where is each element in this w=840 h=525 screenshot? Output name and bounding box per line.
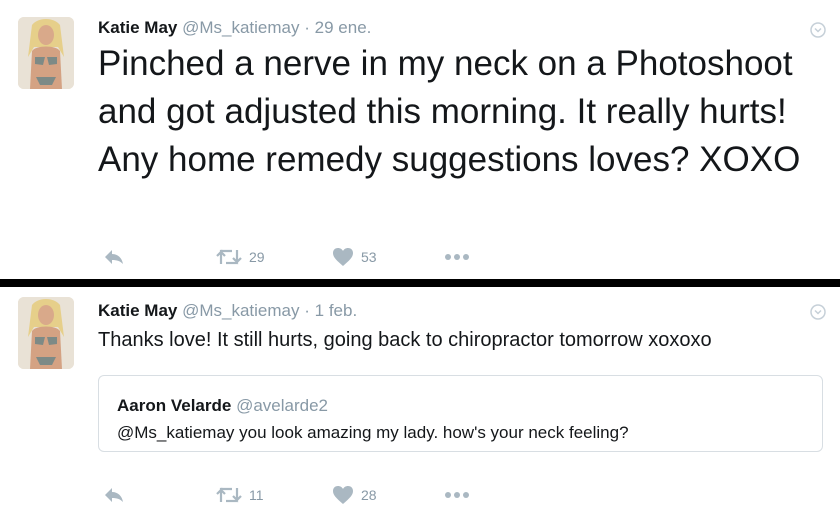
retweet-count: 29 <box>249 249 265 265</box>
heart-icon <box>332 247 354 267</box>
avatar-photo <box>18 297 74 369</box>
quoted-author-handle: @avelarde2 <box>236 396 328 415</box>
author-name[interactable]: Katie May <box>98 18 177 37</box>
tweet-date[interactable]: 29 ene. <box>315 18 372 37</box>
avatar[interactable] <box>18 17 74 89</box>
tweet[interactable]: Katie May @Ms_katiemay · 29 ene. Pinched… <box>0 0 840 280</box>
more-dots-icon <box>444 491 470 499</box>
heart-icon <box>332 485 354 505</box>
avatar-photo <box>18 17 74 89</box>
like-count: 28 <box>361 487 377 503</box>
tweet-header: Katie May @Ms_katiemay · 29 ene. <box>98 18 371 38</box>
separator: · <box>304 301 310 320</box>
author-handle[interactable]: @Ms_katiemay <box>182 301 299 320</box>
reply-icon <box>104 487 124 503</box>
quoted-author-name: Aaron Velarde <box>117 396 232 415</box>
author-handle[interactable]: @Ms_katiemay <box>182 18 299 37</box>
reply-button[interactable] <box>104 245 124 269</box>
more-dots-icon <box>444 253 470 261</box>
tweet[interactable]: Katie May @Ms_katiemay · 1 feb. Thanks l… <box>0 287 840 525</box>
quoted-tweet-header: Aaron Velarde @avelarde2 <box>117 396 328 416</box>
like-button[interactable]: 28 <box>332 483 377 507</box>
tweet-text: Pinched a nerve in my neck on a Photosho… <box>98 44 801 179</box>
tweet-header: Katie May @Ms_katiemay · 1 feb. <box>98 301 357 321</box>
separator: · <box>304 18 310 37</box>
tweet-actions: 11 28 <box>104 483 504 507</box>
retweet-count: 11 <box>249 487 264 503</box>
tweet-date[interactable]: 1 feb. <box>315 301 358 320</box>
author-name[interactable]: Katie May <box>98 301 177 320</box>
more-button[interactable] <box>444 483 470 507</box>
tweet-text: Thanks love! It still hurts, going back … <box>98 329 712 351</box>
avatar[interactable] <box>18 297 74 369</box>
retweet-icon <box>216 486 242 504</box>
retweet-button[interactable]: 11 <box>216 483 264 507</box>
tweet-actions: 29 53 <box>104 245 504 269</box>
like-count: 53 <box>361 249 377 265</box>
reply-button[interactable] <box>104 483 124 507</box>
like-button[interactable]: 53 <box>332 245 377 269</box>
reply-icon <box>104 249 124 265</box>
more-button[interactable] <box>444 245 470 269</box>
chevron-down-icon[interactable] <box>810 22 826 38</box>
divider <box>0 279 840 287</box>
quoted-tweet[interactable]: Aaron Velarde @avelarde2 @Ms_katiemay yo… <box>98 375 823 452</box>
retweet-button[interactable]: 29 <box>216 245 265 269</box>
quoted-tweet-text: @Ms_katiemay you look amazing my lady. h… <box>117 423 629 442</box>
chevron-down-icon[interactable] <box>810 304 826 320</box>
retweet-icon <box>216 248 242 266</box>
